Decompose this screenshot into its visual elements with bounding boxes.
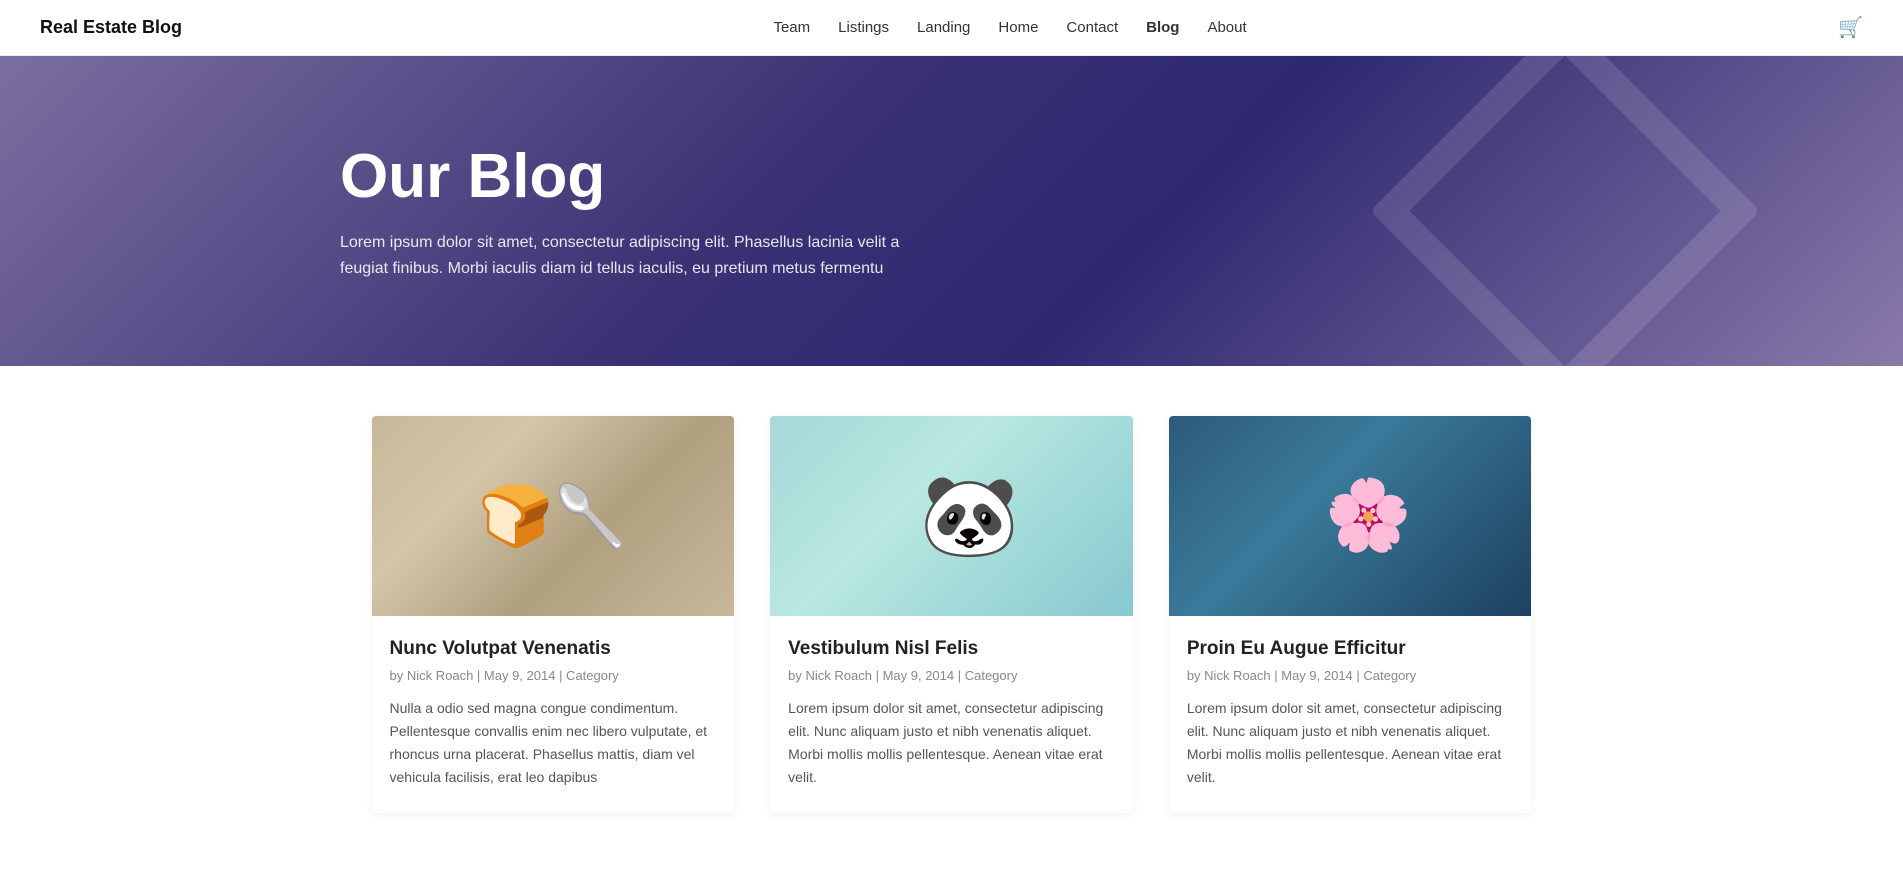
nav-link-team[interactable]: Team: [773, 19, 810, 36]
brand-logo[interactable]: Real Estate Blog: [40, 17, 182, 38]
nav-link-contact[interactable]: Contact: [1066, 19, 1118, 36]
card-text: Lorem ipsum dolor sit amet, consectetur …: [788, 697, 1115, 789]
nav-link-home[interactable]: Home: [998, 19, 1038, 36]
hero-description: Lorem ipsum dolor sit amet, consectetur …: [340, 230, 900, 281]
nav-links: Team Listings Landing Home Contact Blog About: [773, 19, 1246, 37]
blog-card[interactable]: Nunc Volutpat Venenatis by Nick Roach | M…: [372, 416, 735, 813]
card-image: [372, 416, 735, 616]
card-text: Lorem ipsum dolor sit amet, consectetur …: [1187, 697, 1514, 789]
blog-section: Nunc Volutpat Venenatis by Nick Roach | M…: [352, 366, 1552, 873]
nav-link-about[interactable]: About: [1207, 19, 1246, 36]
nav-link-listings[interactable]: Listings: [838, 19, 889, 36]
blog-grid: Nunc Volutpat Venenatis by Nick Roach | M…: [372, 416, 1532, 813]
card-title: Nunc Volutpat Venenatis: [390, 638, 717, 660]
card-text: Nulla a odio sed magna congue condimentu…: [390, 697, 717, 789]
navbar: Real Estate Blog Team Listings Landing Home…: [0, 0, 1903, 56]
nav-link-blog[interactable]: Blog: [1146, 19, 1179, 36]
card-meta: by Nick Roach | May 9, 2014 | Category: [788, 668, 1115, 683]
card-body: Nunc Volutpat Venenatis by Nick Roach | M…: [372, 616, 735, 813]
card-image: [1169, 416, 1532, 616]
card-image: [770, 416, 1133, 616]
card-body: Vestibulum Nisl Felis by Nick Roach | May…: [770, 616, 1133, 813]
blog-card[interactable]: Vestibulum Nisl Felis by Nick Roach | May…: [770, 416, 1133, 813]
card-body: Proin Eu Augue Efficitur by Nick Roach | …: [1169, 616, 1532, 813]
blog-card[interactable]: Proin Eu Augue Efficitur by Nick Roach | …: [1169, 416, 1532, 813]
nav-link-landing[interactable]: Landing: [917, 19, 970, 36]
card-title: Proin Eu Augue Efficitur: [1187, 638, 1514, 660]
hero-section: Our Blog Lorem ipsum dolor sit amet, con…: [0, 56, 1903, 366]
card-meta: by Nick Roach | May 9, 2014 | Category: [390, 668, 717, 683]
hero-title: Our Blog: [340, 141, 1563, 212]
card-title: Vestibulum Nisl Felis: [788, 638, 1115, 660]
cart-icon[interactable]: 🛒: [1838, 15, 1863, 40]
card-meta: by Nick Roach | May 9, 2014 | Category: [1187, 668, 1514, 683]
